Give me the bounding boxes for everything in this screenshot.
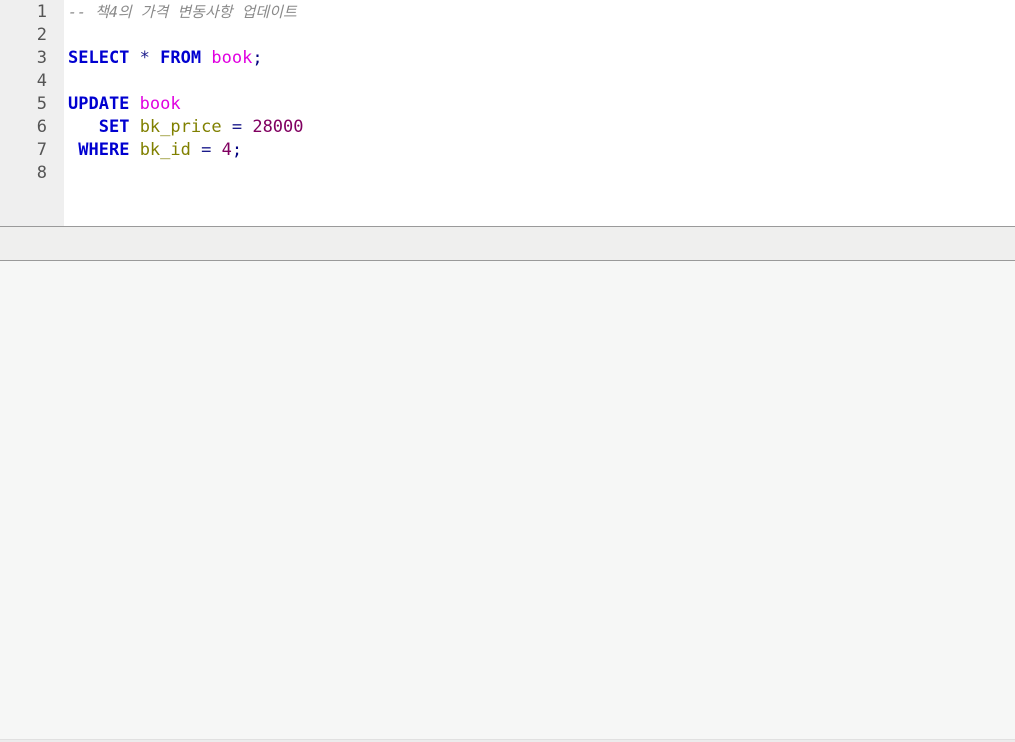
keyword-token: FROM [160,48,202,68]
pane-splitter[interactable] [0,226,1015,261]
column-name-token: bk_price [139,117,222,137]
operator-token: = [201,140,212,160]
keyword-token: SET [98,117,130,137]
line-number-gutter: 1 2 3 4 5 6 7 8 [0,0,64,226]
comment-token: -- 책4의 가격 변동사항 업데이트 [68,3,297,21]
number-token: 28000 [252,117,304,137]
operator-token: * [139,48,150,68]
code-line[interactable] [68,162,1015,185]
code-area[interactable]: -- 책4의 가격 변동사항 업데이트 SELECT * FROM book; UP… [64,0,1015,226]
punctuation-token: ; [231,140,243,160]
line-number: 1 [36,2,47,22]
line-number: 7 [36,140,47,160]
keyword-token: WHERE [78,140,130,160]
code-line[interactable] [68,24,1015,47]
sql-editor[interactable]: 1 2 3 4 5 6 7 8 -- 책4의 가격 변동사항 업데이트 SELECT * FRO… [0,0,1015,226]
line-number: 6 [36,117,47,137]
code-line[interactable] [68,70,1015,93]
code-line[interactable]: SELECT * FROM book; [68,47,1015,70]
line-number: 8 [36,163,47,183]
number-token: 4 [221,140,232,160]
code-line[interactable]: SET bk_price = 28000 [68,116,1015,139]
keyword-token: SELECT [68,48,130,68]
table-name-token: book [211,48,253,68]
column-name-token: bk_id [139,140,191,160]
line-number: 5 [36,94,47,114]
line-number: 4 [36,71,47,91]
code-line[interactable]: WHERE bk_id = 4; [68,139,1015,162]
code-line[interactable]: UPDATE book [68,93,1015,116]
code-line[interactable]: -- 책4의 가격 변동사항 업데이트 [68,1,1015,24]
operator-token: = [231,117,243,137]
table-name-token: book [139,94,181,114]
line-number: 2 [36,25,47,45]
result-pane [0,261,1015,739]
keyword-token: UPDATE [68,94,130,114]
line-number: 3 [36,48,47,68]
punctuation-token: ; [252,48,263,68]
